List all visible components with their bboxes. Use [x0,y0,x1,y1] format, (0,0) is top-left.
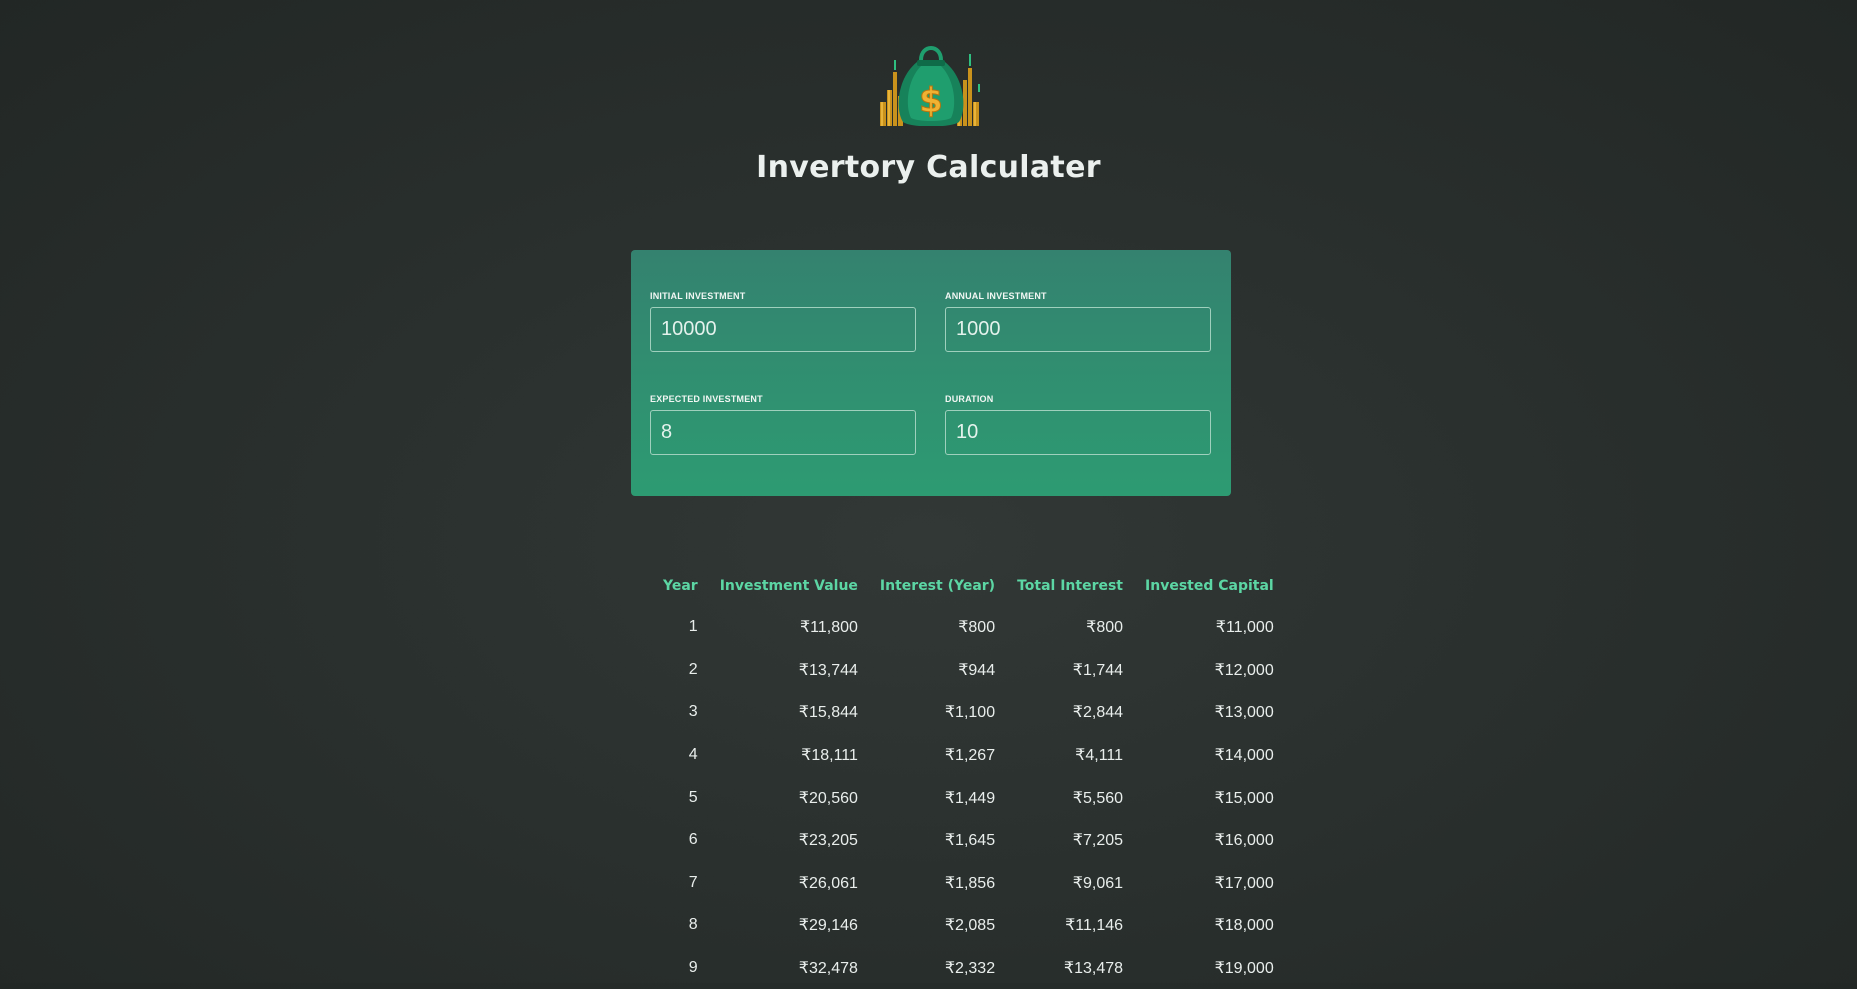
cell-investment-value: ₹26,061 [798,874,858,892]
cell-investment-value: ₹20,560 [798,789,858,807]
expected-investment-field: EXPECTED INVESTMENT [650,394,916,455]
cell-total-interest: ₹11,146 [1065,917,1124,935]
cell-investment-value: ₹11,800 [799,619,858,637]
cell-year: 4 [688,746,698,764]
cell-investment-value: ₹18,111 [801,747,858,765]
annual-investment-input[interactable] [945,307,1211,352]
table-row: 2 ₹13,744 ₹944 ₹1,744 ₹12,000 [652,649,1285,692]
cell-invested-capital: ₹15,000 [1214,789,1274,807]
header-interest-year: Interest (Year) [879,578,996,594]
initial-investment-input[interactable] [650,307,916,352]
duration-field: DURATION [945,394,1211,455]
money-bag-icon: $ [880,46,980,126]
header-total-interest: Total Interest [1017,578,1124,594]
cell-invested-capital: ₹14,000 [1214,747,1274,765]
cell-total-interest: ₹5,560 [1072,789,1124,807]
cell-invested-capital: ₹11,000 [1215,619,1274,637]
table-row: 3 ₹15,844 ₹1,100 ₹2,844 ₹13,000 [652,691,1285,734]
input-panel: INITIAL INVESTMENT ANNUAL INVESTMENT EXP… [631,250,1231,496]
cell-invested-capital: ₹17,000 [1214,874,1274,892]
header-invested-capital: Invested Capital [1145,578,1274,594]
annual-investment-field: ANNUAL INVESTMENT [945,291,1211,352]
cell-invested-capital: ₹16,000 [1214,832,1274,850]
cell-interest-year: ₹1,267 [944,747,996,765]
cell-year: 3 [688,703,698,721]
table-row: 7 ₹26,061 ₹1,856 ₹9,061 ₹17,000 [652,862,1285,905]
cell-investment-value: ₹23,205 [798,832,858,850]
cell-interest-year: ₹1,449 [944,789,996,807]
header-year: Year [663,578,698,594]
cell-interest-year: ₹944 [958,661,996,679]
table-row: 5 ₹20,560 ₹1,449 ₹5,560 ₹15,000 [652,776,1285,819]
annual-investment-label: ANNUAL INVESTMENT [945,291,1047,301]
duration-label: DURATION [945,394,994,404]
cell-interest-year: ₹1,100 [944,704,996,722]
cell-invested-capital: ₹13,000 [1214,704,1274,722]
initial-investment-label: INITIAL INVESTMENT [650,291,746,301]
cell-investment-value: ₹15,844 [798,704,858,722]
cell-total-interest: ₹1,744 [1072,661,1124,679]
cell-invested-capital: ₹18,000 [1214,917,1274,935]
duration-input[interactable] [945,410,1211,455]
svg-text:$: $ [919,81,943,121]
table-row: 4 ₹18,111 ₹1,267 ₹4,111 ₹14,000 [652,734,1285,777]
cell-year: 8 [688,916,698,934]
cell-year: 1 [688,618,698,636]
page-title: Invertory Calculater [756,150,1101,185]
cell-year: 5 [688,788,698,806]
header-investment-value: Investment Value [719,578,858,594]
cell-total-interest: ₹800 [1086,619,1124,637]
results-table: Year Investment Value Interest (Year) To… [652,566,1285,989]
cell-year: 2 [688,660,698,678]
cell-interest-year: ₹1,645 [944,832,996,850]
cell-interest-year: ₹1,856 [944,874,996,892]
table-header-row: Year Investment Value Interest (Year) To… [652,566,1285,606]
cell-investment-value: ₹13,744 [798,661,858,679]
cell-interest-year: ₹800 [958,619,996,637]
cell-invested-capital: ₹12,000 [1214,661,1274,679]
cell-year: 7 [688,873,698,891]
cell-year: 6 [688,831,698,849]
table-row: 8 ₹29,146 ₹2,085 ₹11,146 ₹18,000 [652,904,1285,947]
cell-total-interest: ₹9,061 [1072,874,1124,892]
expected-investment-input[interactable] [650,410,916,455]
expected-investment-label: EXPECTED INVESTMENT [650,394,763,404]
cell-interest-year: ₹2,085 [944,917,996,935]
cell-total-interest: ₹4,111 [1075,747,1124,765]
table-row: 1 ₹11,800 ₹800 ₹800 ₹11,000 [652,606,1285,649]
cell-investment-value: ₹29,146 [798,917,858,935]
table-row: 6 ₹23,205 ₹1,645 ₹7,205 ₹16,000 [652,819,1285,862]
cell-total-interest: ₹2,844 [1072,704,1124,722]
initial-investment-field: INITIAL INVESTMENT [650,291,916,352]
cell-total-interest: ₹7,205 [1072,832,1124,850]
